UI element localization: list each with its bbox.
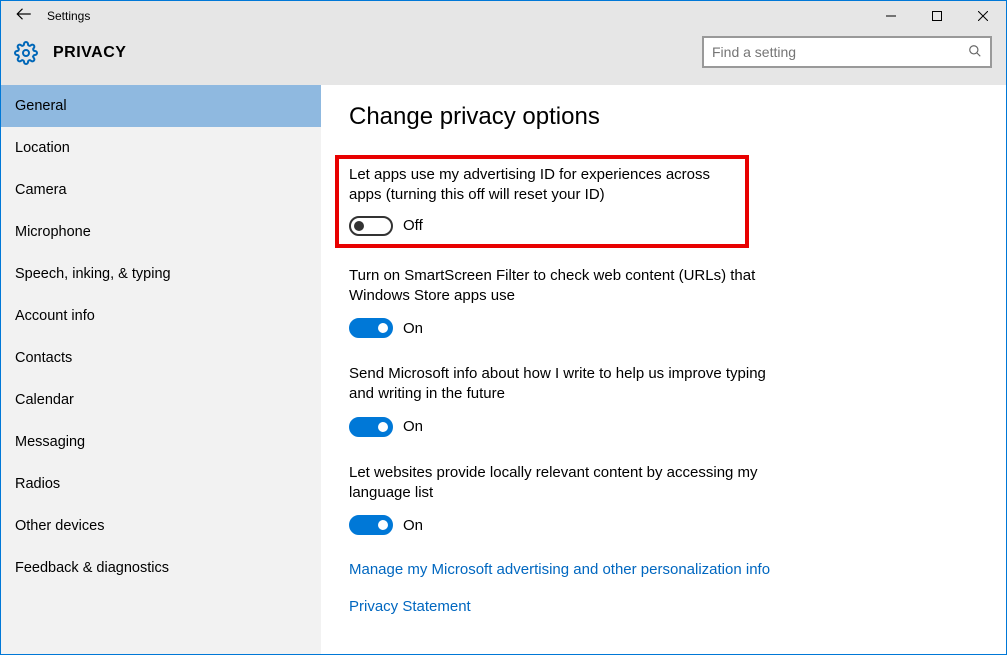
- search-input[interactable]: [712, 44, 968, 60]
- option-smartscreen: Turn on SmartScreen Filter to check web …: [349, 266, 976, 339]
- sidebar-item-feedback[interactable]: Feedback & diagnostics: [1, 547, 321, 589]
- option-desc: Send Microsoft info about how I write to…: [349, 364, 789, 405]
- back-button[interactable]: [1, 5, 47, 28]
- sidebar-item-account[interactable]: Account info: [1, 295, 321, 337]
- sidebar-item-speech[interactable]: Speech, inking, & typing: [1, 253, 321, 295]
- sidebar-item-microphone[interactable]: Microphone: [1, 211, 321, 253]
- toggle-state: On: [403, 517, 423, 534]
- link-privacy-statement[interactable]: Privacy Statement: [349, 598, 976, 615]
- content-pane: Change privacy options Let apps use my a…: [321, 85, 1006, 654]
- sidebar-item-general[interactable]: General: [1, 85, 321, 127]
- search-box[interactable]: [702, 36, 992, 68]
- page-title: PRIVACY: [53, 44, 126, 62]
- toggle-state: On: [403, 418, 423, 435]
- sidebar-item-messaging[interactable]: Messaging: [1, 421, 321, 463]
- option-desc: Let apps use my advertising ID for exper…: [349, 165, 735, 206]
- sidebar-item-radios[interactable]: Radios: [1, 463, 321, 505]
- toggle-typing-info[interactable]: [349, 417, 393, 437]
- toggle-state: Off: [403, 217, 423, 234]
- title-bar: Settings: [1, 1, 1006, 31]
- window-title: Settings: [47, 9, 90, 23]
- toggle-advertising-id[interactable]: [349, 216, 393, 236]
- gear-icon: [13, 40, 39, 66]
- sidebar: General Location Camera Microphone Speec…: [1, 85, 321, 654]
- link-manage-advertising[interactable]: Manage my Microsoft advertising and othe…: [349, 561, 976, 578]
- search-icon: [968, 44, 982, 61]
- toggle-state: On: [403, 320, 423, 337]
- sidebar-item-camera[interactable]: Camera: [1, 169, 321, 211]
- content-heading: Change privacy options: [349, 103, 976, 131]
- sidebar-item-other-devices[interactable]: Other devices: [1, 505, 321, 547]
- maximize-button[interactable]: [914, 1, 960, 31]
- option-language-list: Let websites provide locally relevant co…: [349, 463, 976, 536]
- option-advertising-id: Let apps use my advertising ID for exper…: [349, 165, 735, 236]
- page-header: PRIVACY: [1, 31, 1006, 85]
- highlight-box: Let apps use my advertising ID for exper…: [335, 155, 749, 248]
- toggle-smartscreen[interactable]: [349, 318, 393, 338]
- toggle-language-list[interactable]: [349, 515, 393, 535]
- option-desc: Let websites provide locally relevant co…: [349, 463, 789, 504]
- minimize-button[interactable]: [868, 1, 914, 31]
- option-typing-info: Send Microsoft info about how I write to…: [349, 364, 976, 437]
- sidebar-item-contacts[interactable]: Contacts: [1, 337, 321, 379]
- sidebar-item-calendar[interactable]: Calendar: [1, 379, 321, 421]
- option-desc: Turn on SmartScreen Filter to check web …: [349, 266, 789, 307]
- sidebar-item-location[interactable]: Location: [1, 127, 321, 169]
- close-button[interactable]: [960, 1, 1006, 31]
